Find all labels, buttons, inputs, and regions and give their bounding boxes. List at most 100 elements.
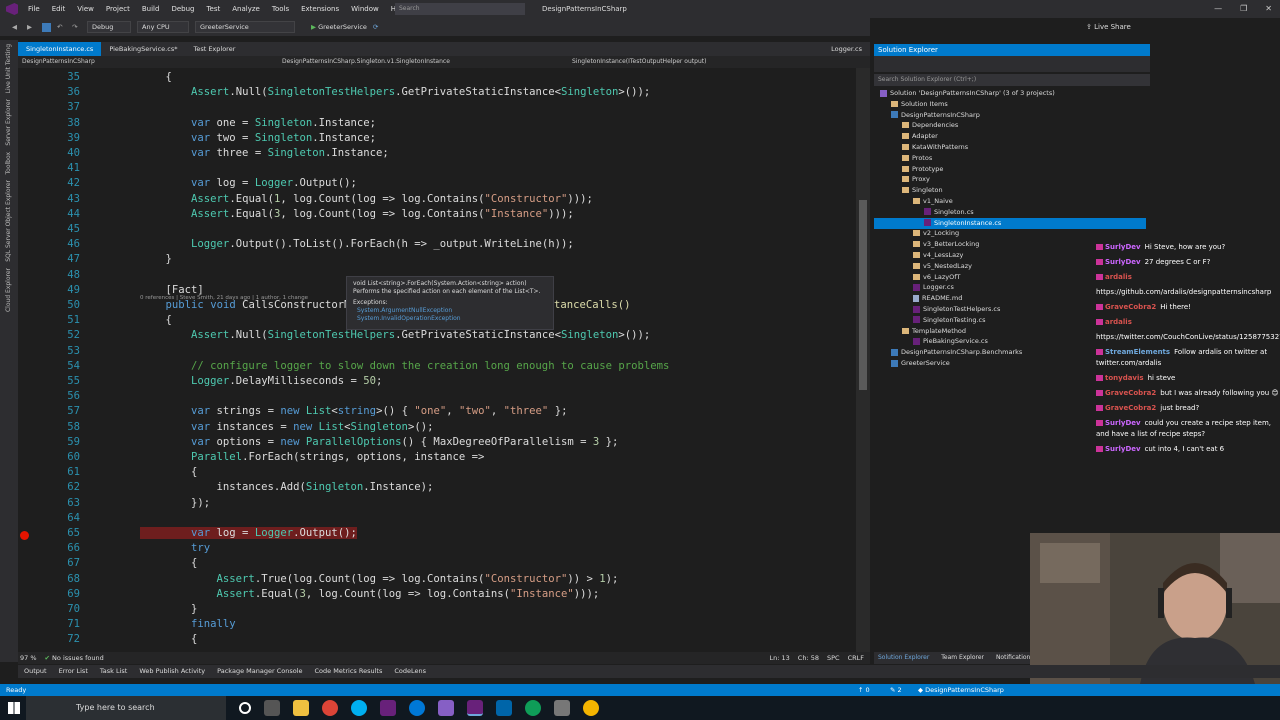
visual-studio-icon[interactable] bbox=[380, 700, 396, 716]
project-dropdown[interactable]: DesignPatternsInCSharp bbox=[18, 56, 278, 68]
tab-solution-explorer[interactable]: Solution Explorer bbox=[878, 654, 929, 661]
code-line[interactable]: var three = Singleton.Instance; bbox=[140, 147, 389, 159]
menu-view[interactable]: View bbox=[71, 0, 100, 18]
tree-node[interactable]: Dependencies bbox=[902, 120, 958, 131]
tree-node[interactable]: DesignPatternsInCSharp.Benchmarks bbox=[891, 347, 1022, 358]
configuration-select[interactable]: Debug bbox=[87, 21, 131, 33]
breakpoint-icon[interactable] bbox=[20, 531, 29, 540]
tree-node[interactable]: Adapter bbox=[902, 131, 938, 142]
tab-code-metrics-results[interactable]: Code Metrics Results bbox=[309, 665, 389, 678]
tree-node[interactable]: README.md bbox=[913, 293, 962, 304]
changes-count[interactable]: ✎ 2 bbox=[890, 684, 902, 696]
code-line[interactable]: Assert.Equal(3, log.Count(log => log.Con… bbox=[140, 588, 600, 600]
menu-tools[interactable]: Tools bbox=[266, 0, 295, 18]
tab-task-list[interactable]: Task List bbox=[94, 665, 133, 678]
tooltip-exception[interactable]: System.InvalidOperationException bbox=[353, 315, 547, 323]
code-line[interactable]: Assert.Null(SingletonTestHelpers.GetPriv… bbox=[140, 329, 650, 341]
tree-node[interactable]: DesignPatternsInCSharp bbox=[891, 110, 980, 121]
tree-node[interactable]: Solution Items bbox=[891, 99, 948, 110]
tree-node[interactable]: Protos bbox=[902, 153, 932, 164]
tree-node[interactable]: Logger.cs bbox=[913, 282, 954, 293]
code-line[interactable]: Assert.Null(SingletonTestHelpers.GetPriv… bbox=[140, 86, 650, 98]
code-line[interactable]: finally bbox=[140, 618, 236, 630]
maximize-button[interactable]: ❐ bbox=[1240, 0, 1247, 18]
code-line[interactable]: }); bbox=[140, 497, 210, 509]
forward-icon[interactable]: ▶ bbox=[27, 23, 36, 32]
chrome-icon[interactable] bbox=[322, 700, 338, 716]
code-line[interactable]: { bbox=[140, 466, 197, 478]
code-line[interactable]: Assert.Equal(1, log.Count(log => log.Con… bbox=[140, 193, 593, 205]
menu-window[interactable]: Window bbox=[345, 0, 385, 18]
code-line[interactable]: { bbox=[140, 633, 197, 645]
skype-icon[interactable] bbox=[351, 700, 367, 716]
code-line[interactable]: Assert.Equal(3, log.Count(log => log.Con… bbox=[140, 208, 574, 220]
live-share-button[interactable]: ⇪ Live Share bbox=[1086, 18, 1131, 36]
code-editor[interactable]: 35 {36 Assert.Null(SingletonTestHelpers.… bbox=[18, 68, 856, 652]
live-unit-testing-tab[interactable]: Live Unit Testing bbox=[5, 44, 12, 93]
tab-codelens[interactable]: CodeLens bbox=[388, 665, 432, 678]
task-view-icon[interactable] bbox=[264, 700, 280, 716]
minimize-button[interactable]: — bbox=[1214, 0, 1222, 18]
tree-node[interactable]: PieBakingService.cs bbox=[913, 336, 988, 347]
codelens-info[interactable]: 0 references | Steve Smith, 21 days ago … bbox=[140, 295, 308, 301]
cortana-icon[interactable] bbox=[239, 702, 251, 714]
menu-debug[interactable]: Debug bbox=[165, 0, 200, 18]
startup-project-select[interactable]: GreeterService bbox=[195, 21, 295, 33]
menu-analyze[interactable]: Analyze bbox=[226, 0, 266, 18]
vscode-icon[interactable] bbox=[496, 700, 512, 716]
code-line[interactable]: Logger.DelayMilliseconds = 50; bbox=[140, 375, 382, 387]
code-line[interactable]: Parallel.ForEach(strings, options, insta… bbox=[140, 451, 484, 463]
code-line[interactable]: var strings = new List<string>() { "one"… bbox=[140, 405, 567, 417]
tree-node[interactable]: v1_Naive bbox=[913, 196, 953, 207]
code-line[interactable]: Logger.Output().ToList().ForEach(h => _o… bbox=[140, 238, 574, 250]
code-line[interactable]: Assert.True(log.Count(log => log.Contain… bbox=[140, 573, 619, 585]
tree-node[interactable]: GreeterService bbox=[891, 358, 950, 369]
windows-start-icon[interactable] bbox=[8, 702, 20, 714]
tools-icon[interactable] bbox=[554, 700, 570, 716]
search-input[interactable]: Search bbox=[395, 3, 525, 15]
taskbar-search[interactable]: Type here to search bbox=[26, 696, 226, 720]
code-line[interactable]: } bbox=[140, 603, 197, 615]
cloud-explorer-tab[interactable]: Cloud Explorer bbox=[5, 268, 12, 312]
save-all-icon[interactable] bbox=[42, 22, 51, 32]
tree-node[interactable]: v5_NestedLazy bbox=[913, 261, 972, 272]
issues-indicator[interactable]: ✔ No issues found bbox=[45, 654, 104, 662]
tab-web-publish-activity[interactable]: Web Publish Activity bbox=[133, 665, 211, 678]
tab-test-explorer[interactable]: Test Explorer bbox=[185, 42, 243, 56]
zoom-level[interactable]: 97 % bbox=[20, 654, 37, 662]
sql-object-explorer-tab[interactable]: SQL Server Object Explorer bbox=[5, 180, 12, 262]
tree-node[interactable]: SingletonTestHelpers.cs bbox=[913, 304, 1000, 315]
tab-singletoninstance[interactable]: SingletonInstance.cs bbox=[18, 42, 102, 56]
chrome-3-icon[interactable] bbox=[583, 700, 599, 716]
tab-error-list[interactable]: Error List bbox=[53, 665, 94, 678]
code-line[interactable]: var two = Singleton.Instance; bbox=[140, 132, 376, 144]
undo-icon[interactable]: ↶ bbox=[57, 23, 66, 32]
code-line[interactable]: try bbox=[140, 542, 210, 554]
tree-node[interactable]: Singleton bbox=[902, 185, 943, 196]
visual-studio-preview-icon[interactable] bbox=[438, 700, 454, 716]
repo-indicator[interactable]: ◆ DesignPatternsInCSharp bbox=[918, 684, 1004, 696]
code-line[interactable]: // configure logger to slow down the cre… bbox=[140, 360, 669, 372]
back-icon[interactable]: ◀ bbox=[12, 23, 21, 32]
file-explorer-icon[interactable] bbox=[293, 700, 309, 716]
tree-node[interactable]: TemplateMethod bbox=[902, 326, 966, 337]
run-button[interactable]: ▶ GreeterService bbox=[311, 23, 367, 31]
tab-notifications[interactable]: Notifications bbox=[996, 654, 1034, 661]
code-line[interactable]: instances.Add(Singleton.Instance); bbox=[140, 481, 434, 493]
code-line[interactable]: var one = Singleton.Instance; bbox=[140, 117, 376, 129]
visual-studio-active-icon[interactable] bbox=[467, 700, 483, 716]
type-dropdown[interactable]: DesignPatternsInCSharp.Singleton.v1.Sing… bbox=[278, 56, 568, 68]
tab-output[interactable]: Output bbox=[18, 665, 53, 678]
tree-node[interactable]: Prototype bbox=[902, 164, 943, 175]
menu-edit[interactable]: Edit bbox=[46, 0, 72, 18]
tab-package-manager-console[interactable]: Package Manager Console bbox=[211, 665, 308, 678]
code-line[interactable]: var instances = new List<Singleton>(); bbox=[140, 421, 433, 433]
tree-node[interactable]: v3_BetterLocking bbox=[913, 239, 979, 250]
tree-node[interactable]: v4_LessLazy bbox=[913, 250, 963, 261]
solution-explorer-search[interactable]: Search Solution Explorer (Ctrl+;) bbox=[874, 74, 1150, 86]
code-line-tail[interactable]: tanceCalls() bbox=[554, 299, 631, 311]
tree-node[interactable]: Solution 'DesignPatternsInCSharp' (3 of … bbox=[880, 88, 1055, 99]
code-line[interactable]: var options = new ParallelOptions() { Ma… bbox=[140, 436, 618, 448]
code-line[interactable]: var log = Logger.Output(); bbox=[140, 527, 357, 539]
tree-node[interactable]: v6_LazyOfT bbox=[913, 272, 960, 283]
